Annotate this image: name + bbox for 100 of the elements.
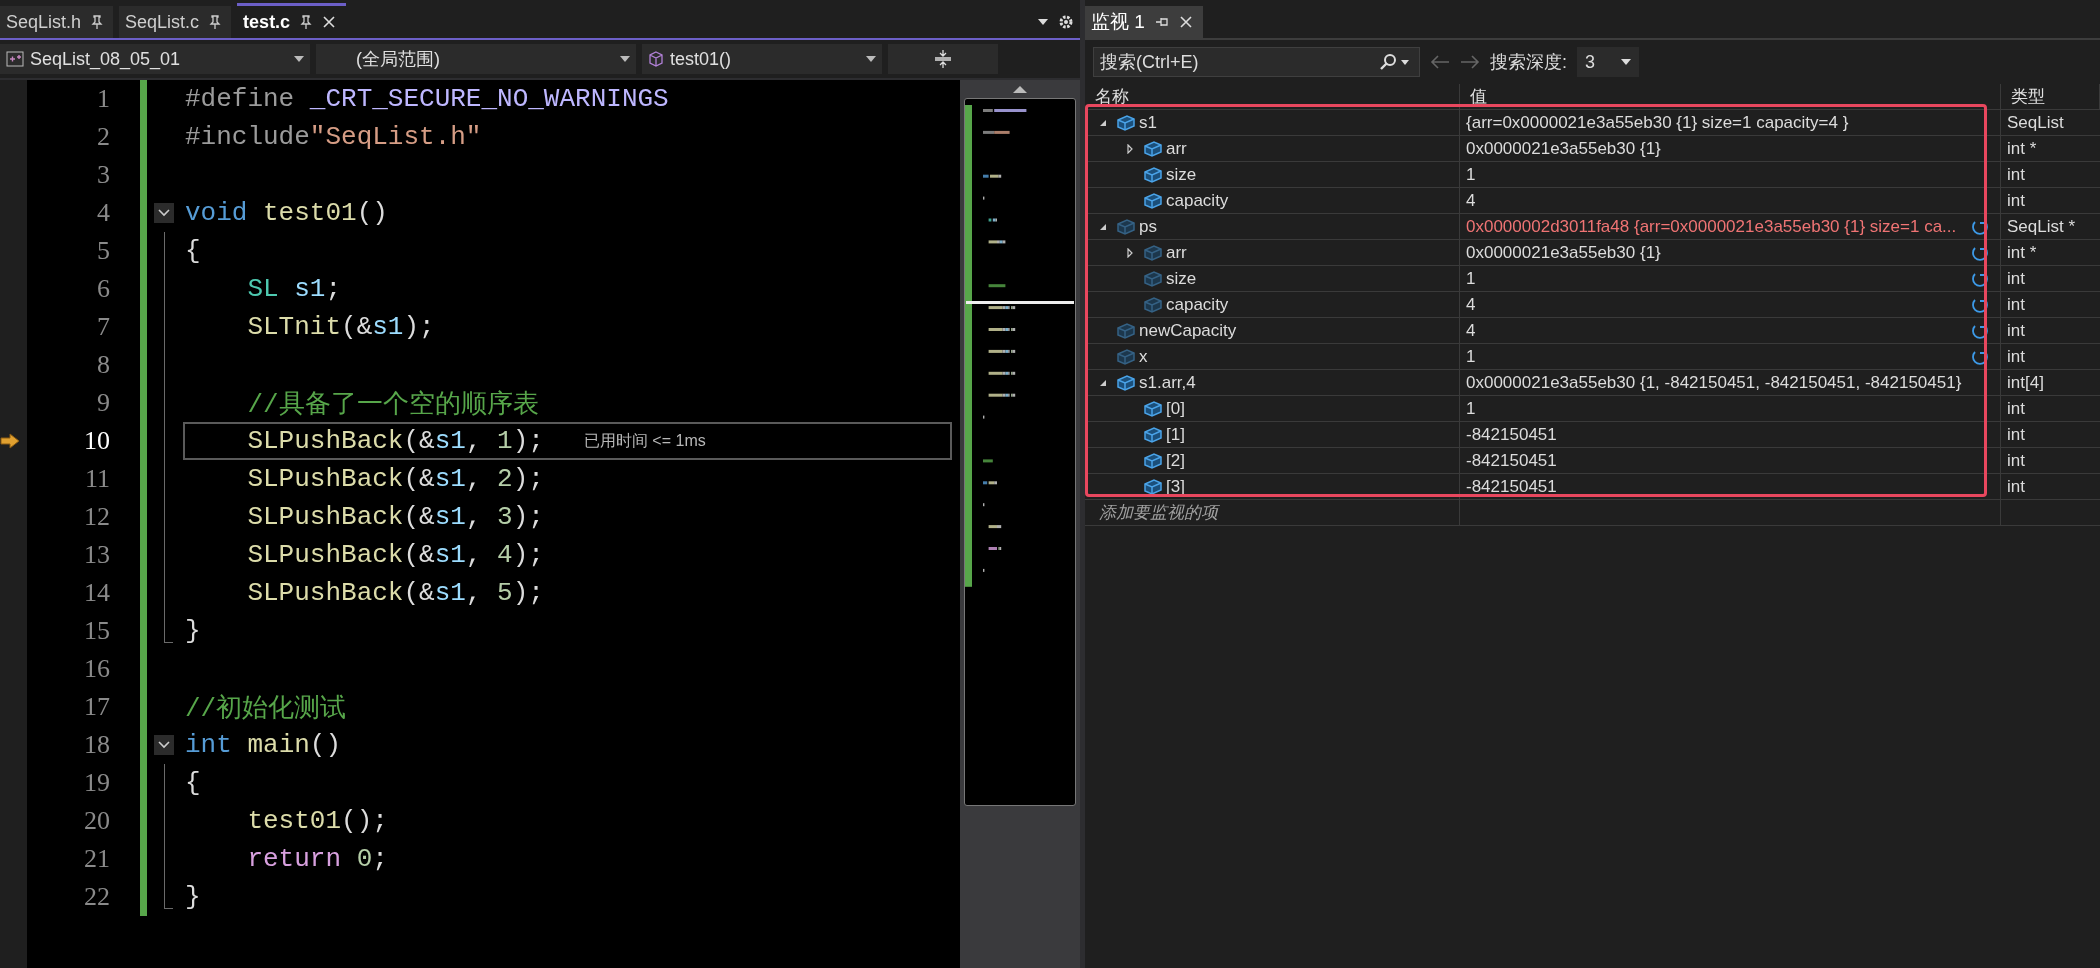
elapsed-time-hint: 已用时间 <= 1ms [583,430,706,451]
caret-icon[interactable] [866,56,876,62]
file-tab[interactable]: SeqList.c [119,6,232,38]
minimap-drawing[interactable] [964,98,1076,806]
project-icon [6,51,24,67]
watch-type: int [2007,346,2025,367]
watch-type: int [2007,294,2025,315]
line-number: 10 [83,425,110,457]
member-dropdown[interactable]: test01() [642,44,882,74]
watch-value: 1 [1466,398,1476,419]
watch-name: size [1166,164,1197,185]
line-number: 12 [83,501,110,533]
column-header[interactable]: 名称 [1085,84,1460,110]
pin-icon[interactable] [300,15,313,29]
line-number: 1 [96,83,110,115]
file-tab[interactable]: SeqList.h [0,6,114,38]
settings-icon[interactable] [1058,14,1074,30]
pin-icon[interactable] [91,15,104,29]
watch-value: 0x0000021e3a55eb30 {1} [1466,138,1661,159]
caret-icon[interactable] [1038,19,1048,25]
line-number: 9 [96,387,110,419]
column-header[interactable]: 类型 [2001,84,2100,110]
code-line: SLPushBack(&s1, 5); [246,578,544,608]
watch-name: ps [1139,216,1157,237]
line-number: 5 [96,235,110,267]
line-number: 11 [83,463,110,495]
watch-name: arr [1166,138,1187,159]
watch-type: int [2007,320,2025,341]
watch-name: size [1166,268,1197,289]
code-line: //具备了一个空的顺序表 [246,388,539,421]
line-number: 21 [83,843,110,875]
code-line: } [185,882,201,912]
cube-icon [648,51,664,67]
watch-name: [0] [1166,398,1185,419]
watch-type: int [2007,424,2025,445]
watch-type: int [2007,476,2025,497]
scope-dropdown[interactable]: (全局范围) [316,44,636,74]
code-line: SLPushBack(&s1, 1); [246,426,544,456]
caret-icon[interactable] [1621,59,1631,65]
watch-type: SeqList * [2007,216,2076,237]
watch-tab[interactable]: 监视 1 [1085,6,1203,38]
pin-icon[interactable] [209,15,222,29]
caret-icon[interactable] [294,56,304,62]
watch-value: -842150451 [1466,424,1557,445]
collapsed-icon[interactable] [1125,247,1135,258]
chevron-icon[interactable] [157,208,171,218]
code-line: int main() [185,730,342,760]
forward-arrow-icon[interactable] [1460,54,1480,70]
scroll-up-icon[interactable] [1012,84,1028,94]
column-header[interactable]: 值 [1460,84,2001,110]
line-number: 18 [83,729,110,761]
search-depth-label: 搜索深度: [1490,51,1567,74]
watch-value: 4 [1466,190,1476,211]
watch-value: 1 [1466,268,1476,289]
watch-name: arr [1166,242,1187,263]
close-icon[interactable] [322,15,337,29]
fold-toggle[interactable] [154,203,174,223]
watch-value: {arr=0x0000021e3a55eb30 {1} size=1 capacity=4 } [1466,112,1849,133]
line-number: 14 [83,577,110,609]
watch-type: int * [2007,242,2037,263]
watch-type: SeqList [2007,112,2064,133]
add-watch-placeholder[interactable]: 添加要监视的项 [1099,501,1218,524]
watch-value: 4 [1466,294,1476,315]
line-number: 3 [96,159,110,191]
line-number: 2 [96,121,110,153]
code-line: SLTnit(&s1); [246,312,435,342]
watch-value: 0x0000021e3a55eb30 {1, -842150451, -842150451, -842150451} [1466,372,1962,393]
code-line: void test01() [185,198,388,228]
back-arrow-icon[interactable] [1430,54,1450,70]
watch-name: [2] [1166,450,1185,471]
code-line: } [185,616,201,646]
split-window-button[interactable] [888,44,998,74]
watch-type: int [2007,190,2025,211]
search-depth-dropdown[interactable]: 3 [1577,47,1639,77]
line-number: 20 [83,805,110,837]
fold-toggle[interactable] [154,735,174,755]
line-number: 6 [96,273,110,305]
code-line: //初始化测试 [185,692,347,725]
watch-name: capacity [1166,294,1229,315]
chevron-icon[interactable] [157,740,171,750]
collapsed-icon[interactable] [1125,143,1135,154]
watch-type: int [2007,398,2025,419]
watch-name: [1] [1166,424,1185,445]
line-number: 17 [83,691,110,723]
line-number: 13 [83,539,110,571]
watch-value: -842150451 [1466,450,1557,471]
watch-type: int [2007,164,2025,185]
caret-icon[interactable] [620,56,630,62]
close-icon[interactable] [1178,15,1193,29]
watch-name: newCapacity [1139,320,1237,341]
watch-value: 0x0000021e3a55eb30 {1} [1466,242,1661,263]
watch-type: int[4] [2007,372,2044,393]
code-line: { [185,236,201,266]
project-dropdown[interactable]: SeqList_08_05_01 [0,44,310,74]
watch-type: int [2007,268,2025,289]
line-number: 7 [96,311,110,343]
watch-type: int * [2007,138,2037,159]
watch-type: int [2007,450,2025,471]
watch-value: 1 [1466,346,1476,367]
pin-icon[interactable] [1154,16,1169,28]
